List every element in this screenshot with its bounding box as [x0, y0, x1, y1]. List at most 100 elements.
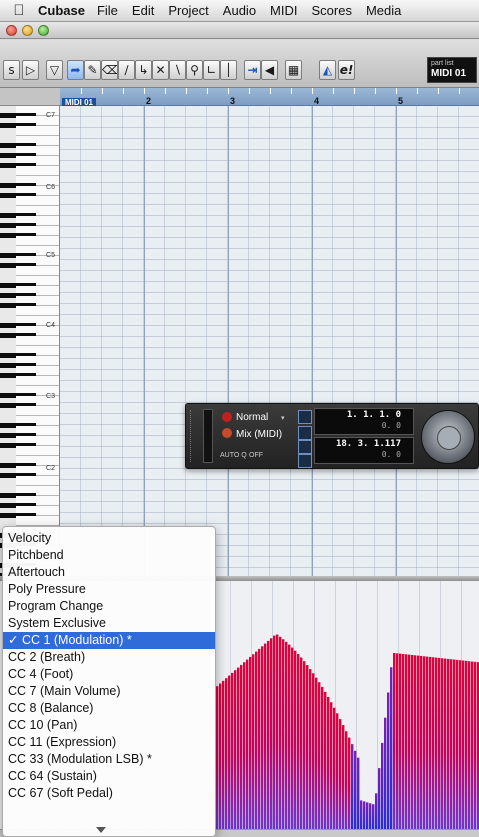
- menu-item-cc10-pan[interactable]: CC 10 (Pan): [3, 717, 215, 734]
- controller-event-bar[interactable]: [264, 643, 267, 829]
- menu-item-pitchbend[interactable]: Pitchbend: [3, 547, 215, 564]
- menu-item-velocity[interactable]: Velocity: [3, 530, 215, 547]
- glue-tool-icon[interactable]: ↳: [135, 60, 152, 80]
- controller-event-bar[interactable]: [474, 661, 477, 829]
- solo-icon[interactable]: s: [3, 60, 20, 80]
- menu-item-cc8-balance[interactable]: CC 8 (Balance): [3, 700, 215, 717]
- controller-event-bar[interactable]: [261, 646, 264, 829]
- controller-event-bar[interactable]: [456, 659, 459, 829]
- white-key[interactable]: [16, 236, 59, 246]
- transport-panel[interactable]: Normal ▾ Mix (MIDI) AUTO Q OFF 1. 1. 1. …: [185, 403, 479, 469]
- menu-item-poly-pressure[interactable]: Poly Pressure: [3, 581, 215, 598]
- controller-event-bar[interactable]: [306, 665, 309, 829]
- white-key[interactable]: [16, 446, 59, 456]
- menu-item-cc33-modulation-lsb[interactable]: CC 33 (Modulation LSB) *: [3, 751, 215, 768]
- controller-event-bar[interactable]: [333, 707, 336, 829]
- controller-event-bar[interactable]: [471, 661, 474, 829]
- white-key[interactable]: [16, 166, 59, 176]
- controller-event-bar[interactable]: [411, 654, 414, 829]
- controller-event-bar[interactable]: [309, 669, 312, 829]
- controller-event-bar[interactable]: [444, 658, 447, 829]
- white-key[interactable]: [16, 476, 59, 486]
- controller-event-bar[interactable]: [231, 672, 234, 829]
- controller-event-bar[interactable]: [432, 657, 435, 829]
- controller-event-bar[interactable]: [279, 636, 282, 829]
- delete-tool-icon[interactable]: ✕: [152, 60, 169, 80]
- white-key[interactable]: [16, 126, 59, 136]
- controller-event-bar[interactable]: [339, 719, 342, 829]
- menu-item-cc64-sustain[interactable]: CC 64 (Sustain): [3, 768, 215, 785]
- controller-event-bar[interactable]: [324, 691, 327, 829]
- controller-event-bar[interactable]: [270, 638, 273, 829]
- pencil-tool-icon[interactable]: ✎: [84, 60, 101, 80]
- menu-audio[interactable]: Audio: [223, 3, 256, 18]
- controller-event-bar[interactable]: [414, 655, 417, 829]
- white-key[interactable]: [16, 376, 59, 386]
- controller-event-bar[interactable]: [429, 656, 432, 829]
- controller-event-bar[interactable]: [381, 742, 384, 829]
- controller-event-bar[interactable]: [465, 660, 468, 829]
- controller-event-bar[interactable]: [375, 793, 378, 829]
- edit-in-place-button[interactable]: e!: [338, 60, 355, 80]
- record-mode-select[interactable]: Normal: [236, 412, 268, 423]
- controller-event-bar[interactable]: [408, 654, 411, 829]
- minimize-window-button[interactable]: [22, 25, 33, 36]
- left-locator-display[interactable]: 1. 1. 1. 0 0. 0: [314, 408, 414, 435]
- controller-event-bar[interactable]: [459, 660, 462, 829]
- menu-item-cc67-soft-pedal[interactable]: CC 67 (Soft Pedal): [3, 785, 215, 802]
- right-locator-icon[interactable]: [298, 440, 312, 454]
- controller-event-bar[interactable]: [318, 682, 321, 829]
- controller-event-bar[interactable]: [384, 717, 387, 829]
- controller-event-bar[interactable]: [267, 640, 270, 829]
- controller-event-bar[interactable]: [387, 692, 390, 830]
- controller-event-bar[interactable]: [366, 802, 369, 829]
- controller-event-bar[interactable]: [423, 656, 426, 829]
- menu-item-cc2-breath[interactable]: CC 2 (Breath): [3, 649, 215, 666]
- menu-item-cc7-main-volume[interactable]: CC 7 (Main Volume): [3, 683, 215, 700]
- menu-item-program-change[interactable]: Program Change: [3, 598, 215, 615]
- white-key[interactable]: [16, 196, 59, 206]
- white-key[interactable]: [16, 306, 59, 316]
- bar-ruler[interactable]: 2 3 4 5: [60, 88, 479, 106]
- eraser-tool-icon[interactable]: ⌫: [101, 60, 118, 80]
- controller-event-bar[interactable]: [216, 686, 219, 829]
- controller-event-bar[interactable]: [246, 659, 249, 829]
- controller-event-bar[interactable]: [258, 648, 261, 829]
- zoom-window-button[interactable]: [38, 25, 49, 36]
- controller-event-bar[interactable]: [453, 659, 456, 829]
- controller-event-bar[interactable]: [441, 658, 444, 829]
- menu-media[interactable]: Media: [366, 3, 401, 18]
- controller-event-bar[interactable]: [300, 657, 303, 829]
- snap-icon[interactable]: ◀: [261, 60, 278, 80]
- punch-in-icon[interactable]: [298, 426, 312, 440]
- draw-line-tool-icon[interactable]: ∟: [203, 60, 220, 80]
- controller-event-bar[interactable]: [297, 654, 300, 829]
- controller-event-bar[interactable]: [327, 696, 330, 829]
- controller-event-bar[interactable]: [450, 659, 453, 829]
- white-key[interactable]: [16, 266, 59, 276]
- controller-event-bar[interactable]: [435, 657, 438, 829]
- close-window-button[interactable]: [6, 25, 17, 36]
- controller-event-bar[interactable]: [315, 677, 318, 829]
- controller-event-bar[interactable]: [348, 737, 351, 829]
- controller-event-bar[interactable]: [426, 656, 429, 829]
- controller-event-bar[interactable]: [369, 803, 372, 829]
- white-key[interactable]: [16, 406, 59, 416]
- controller-event-bar[interactable]: [219, 683, 222, 829]
- controller-event-bar[interactable]: [402, 653, 405, 829]
- menu-scores[interactable]: Scores: [312, 3, 352, 18]
- controller-event-bar[interactable]: [294, 650, 297, 829]
- controller-event-bar[interactable]: [225, 678, 228, 829]
- controller-event-bar[interactable]: [342, 725, 345, 829]
- controller-event-bar[interactable]: [288, 644, 291, 829]
- step-input-icon[interactable]: ◭: [319, 60, 336, 80]
- controller-event-bar[interactable]: [249, 656, 252, 829]
- menu-item-system-exclusive[interactable]: System Exclusive: [3, 615, 215, 632]
- left-locator-icon[interactable]: [298, 410, 312, 424]
- speaker-icon[interactable]: ▷: [22, 60, 39, 80]
- apple-icon[interactable]: : [0, 2, 38, 19]
- controller-event-bar[interactable]: [363, 801, 366, 829]
- controller-event-bar[interactable]: [351, 744, 354, 829]
- note-grid[interactable]: [60, 106, 479, 576]
- line-tool-icon[interactable]: ∕: [118, 60, 135, 80]
